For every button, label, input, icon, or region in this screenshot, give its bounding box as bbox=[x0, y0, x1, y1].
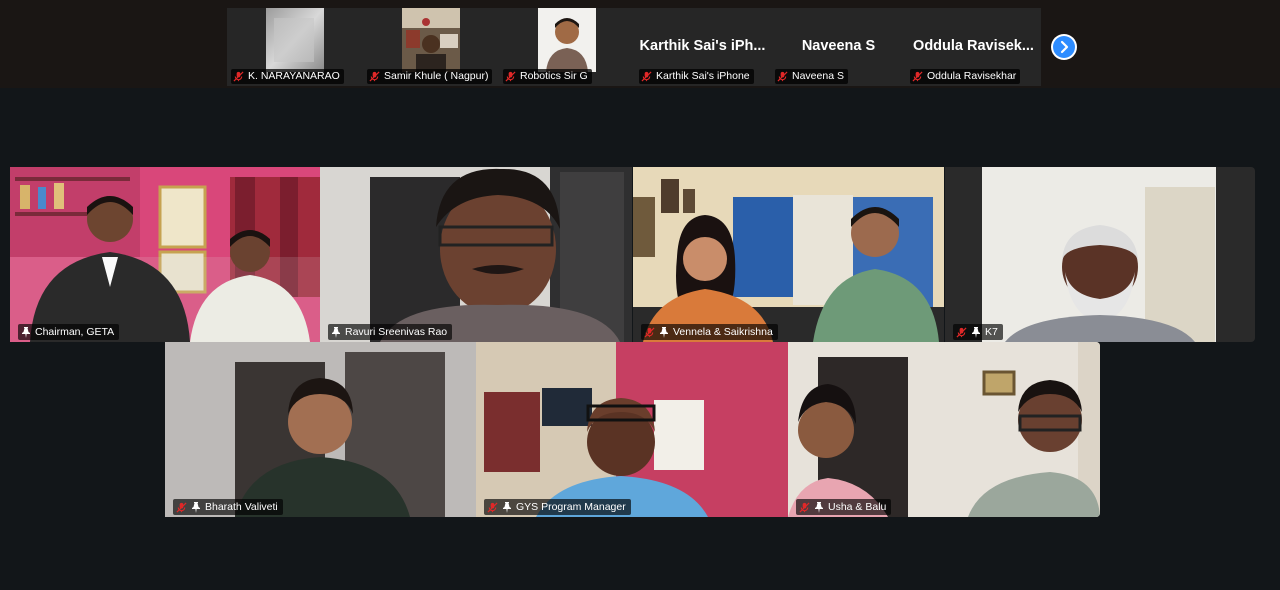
participant-name: K7 bbox=[985, 326, 998, 338]
participant-thumb-narayanarao[interactable]: K. NARAYANARAO bbox=[227, 8, 362, 86]
participant-name: Ravuri Sreenivas Rao bbox=[345, 326, 448, 338]
pin-icon bbox=[503, 501, 511, 513]
participant-name-tag: Naveena S bbox=[775, 69, 848, 84]
participant-video bbox=[265, 8, 324, 72]
pin-icon bbox=[332, 326, 340, 338]
mic-off-icon bbox=[176, 501, 187, 513]
pin-icon bbox=[972, 326, 980, 338]
video-tile-chairman[interactable]: Chairman, GETA bbox=[10, 167, 320, 342]
participant-name: Vennela & Saikrishna bbox=[673, 326, 773, 338]
participant-name: GYS Program Manager bbox=[516, 501, 626, 513]
participant-name: Samir Khule ( Nagpur) bbox=[384, 70, 489, 82]
mic-off-icon bbox=[487, 501, 498, 513]
participant-video bbox=[633, 167, 944, 342]
participant-thumb-naveena[interactable]: Naveena S Naveena S bbox=[771, 8, 906, 86]
participant-name-tag: Ravuri Sreenivas Rao bbox=[328, 324, 453, 340]
participant-name-tag: GYS Program Manager bbox=[484, 499, 631, 515]
participant-name-tag: Samir Khule ( Nagpur) bbox=[367, 69, 493, 84]
video-tile-k7[interactable]: K7 bbox=[945, 167, 1255, 342]
mic-off-icon bbox=[641, 71, 652, 82]
participant-name-tag: K. NARAYANARAO bbox=[231, 69, 344, 84]
participant-thumb-karthik[interactable]: Karthik Sai's iPh... Karthik Sai's iPhon… bbox=[635, 8, 770, 86]
mic-off-icon bbox=[777, 71, 788, 82]
participant-name: K. NARAYANARAO bbox=[248, 70, 340, 82]
participant-name: Chairman, GETA bbox=[35, 326, 115, 338]
participant-thumb-oddula[interactable]: Oddula Ravisek... Oddula Ravisekhar bbox=[906, 8, 1041, 86]
participant-thumb-robotics-sir[interactable]: Robotics Sir G bbox=[499, 8, 634, 86]
participant-name-tag: Robotics Sir G bbox=[503, 69, 592, 84]
participant-name-tag: Oddula Ravisekhar bbox=[910, 69, 1021, 84]
mic-off-icon bbox=[369, 71, 380, 82]
participant-display-name: Naveena S bbox=[801, 38, 876, 54]
participant-display-name: Karthik Sai's iPh... bbox=[639, 38, 766, 54]
participant-video bbox=[537, 8, 596, 72]
participant-name-tag: Usha & Balu bbox=[796, 499, 892, 515]
participant-name: Oddula Ravisekhar bbox=[927, 70, 1017, 82]
participant-video bbox=[982, 167, 1216, 342]
participant-video bbox=[476, 342, 788, 517]
pin-icon bbox=[22, 326, 30, 338]
participant-name-tag: Bharath Valiveti bbox=[173, 499, 283, 515]
next-page-button[interactable] bbox=[1051, 34, 1077, 60]
video-tile-gys-program-manager[interactable]: GYS Program Manager bbox=[476, 342, 788, 517]
pin-icon bbox=[815, 501, 823, 513]
video-tile-vennela-saikrishna[interactable]: Vennela & Saikrishna bbox=[633, 167, 944, 342]
participant-name: Naveena S bbox=[792, 70, 844, 82]
mic-off-icon bbox=[799, 501, 810, 513]
chevron-right-icon bbox=[1060, 40, 1069, 54]
participant-name: Bharath Valiveti bbox=[205, 501, 278, 513]
participant-video bbox=[788, 342, 1100, 517]
participant-name-tag: K7 bbox=[953, 324, 1003, 340]
video-tile-usha-balu[interactable]: Usha & Balu bbox=[788, 342, 1100, 517]
participant-name-tag: Vennela & Saikrishna bbox=[641, 324, 778, 340]
participant-video bbox=[320, 167, 632, 342]
participant-thumb-samir-khule[interactable]: Samir Khule ( Nagpur) bbox=[363, 8, 498, 86]
participant-display-name: Oddula Ravisek... bbox=[913, 38, 1034, 54]
mic-off-icon bbox=[956, 326, 967, 338]
mic-off-icon bbox=[233, 71, 244, 82]
mic-off-icon bbox=[505, 71, 516, 82]
mic-off-icon bbox=[644, 326, 655, 338]
participant-video bbox=[165, 342, 476, 517]
participant-name-tag: Chairman, GETA bbox=[18, 324, 120, 340]
video-tile-ravuri[interactable]: Ravuri Sreenivas Rao bbox=[320, 167, 632, 342]
pin-icon bbox=[660, 326, 668, 338]
participant-strip: K. NARAYANARAO Samir Khule ( Nagpur) Rob… bbox=[227, 8, 1041, 86]
pin-icon bbox=[192, 501, 200, 513]
participant-name: Robotics Sir G bbox=[520, 70, 588, 82]
participant-name: Usha & Balu bbox=[828, 501, 887, 513]
participant-video bbox=[401, 8, 460, 72]
video-tile-bharath[interactable]: Bharath Valiveti bbox=[165, 342, 476, 517]
participant-name-tag: Karthik Sai's iPhone bbox=[639, 69, 754, 84]
participant-video bbox=[10, 167, 320, 342]
participant-name: Karthik Sai's iPhone bbox=[656, 70, 750, 82]
mic-off-icon bbox=[912, 71, 923, 82]
